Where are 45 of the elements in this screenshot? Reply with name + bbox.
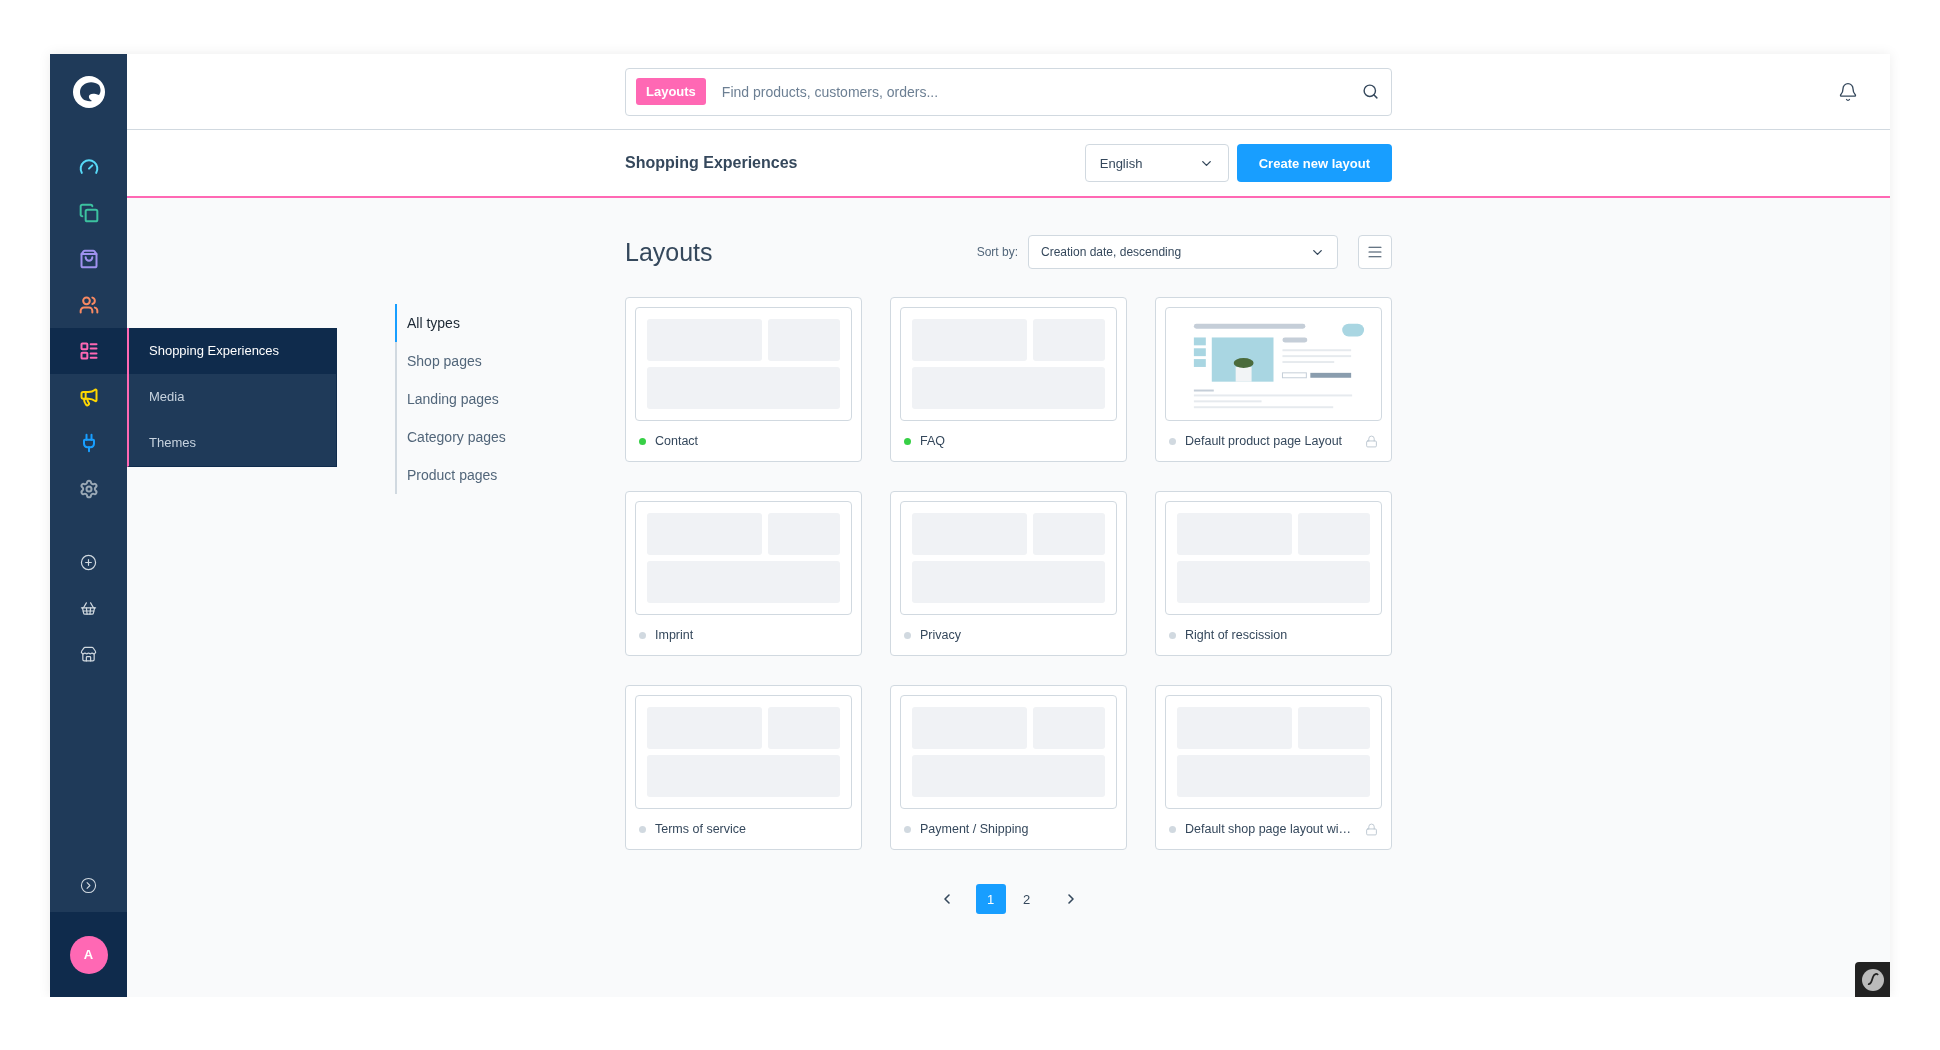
flyout-item[interactable]: Media: [129, 374, 336, 420]
flyout-item[interactable]: Themes: [129, 420, 336, 466]
layout-name: Terms of service: [655, 822, 747, 836]
filter-item[interactable]: Product pages: [395, 456, 515, 494]
layout-name: Right of rescission: [1185, 628, 1289, 642]
sort-select[interactable]: Creation date, descending: [1028, 235, 1338, 269]
toolbar-logo-icon: [1860, 967, 1885, 992]
page-button[interactable]: 2: [1011, 884, 1042, 914]
filter-item[interactable]: Shop pages: [395, 342, 515, 380]
filter-item[interactable]: Category pages: [395, 418, 515, 456]
list-icon: [1367, 244, 1383, 260]
layout-name: Payment / Shipping: [920, 822, 1030, 836]
layout-name: FAQ: [920, 434, 946, 448]
flyout-item[interactable]: Shopping Experiences: [129, 328, 336, 374]
filter-item[interactable]: Landing pages: [395, 380, 515, 418]
layout-card[interactable]: Right of rescission: [1155, 491, 1392, 656]
layout-name: Default shop page layout wi…: [1185, 822, 1353, 836]
layout-card[interactable]: Default product page Layout: [1155, 297, 1392, 462]
layout-card[interactable]: Imprint: [625, 491, 862, 656]
layout-name: Contact: [655, 434, 700, 448]
search-icon[interactable]: [1362, 83, 1379, 100]
store-icon: [80, 645, 97, 663]
list-view-button[interactable]: [1358, 235, 1392, 269]
layout-name: Imprint: [655, 628, 695, 642]
debug-toolbar-button[interactable]: [1855, 962, 1890, 997]
add-icon: [80, 553, 97, 571]
layout-name: Privacy: [920, 628, 962, 642]
filter-item[interactable]: All types: [395, 304, 515, 342]
layout-card[interactable]: Default shop page layout wi…: [1155, 685, 1392, 850]
chevron-right-icon: [80, 876, 97, 894]
language-select[interactable]: English: [1084, 144, 1229, 182]
sort-label: Sort by:: [976, 245, 1018, 259]
section-title: Layouts: [625, 237, 714, 267]
layout-card[interactable]: Contact: [625, 297, 862, 462]
bell-icon[interactable]: [1838, 81, 1858, 102]
layout-name: Default product page Layout: [1185, 434, 1344, 448]
search-badge: Layouts: [636, 78, 706, 105]
sidebar-item[interactable]: [50, 328, 127, 374]
page-title: Shopping Experiences: [625, 154, 799, 172]
layout-card[interactable]: Privacy: [890, 491, 1127, 656]
basket-icon: [80, 599, 97, 617]
layout-card[interactable]: FAQ: [890, 297, 1127, 462]
layout-card[interactable]: Terms of service: [625, 685, 862, 850]
layout-card[interactable]: Payment / Shipping: [890, 685, 1127, 850]
logo-icon[interactable]: [71, 75, 106, 109]
